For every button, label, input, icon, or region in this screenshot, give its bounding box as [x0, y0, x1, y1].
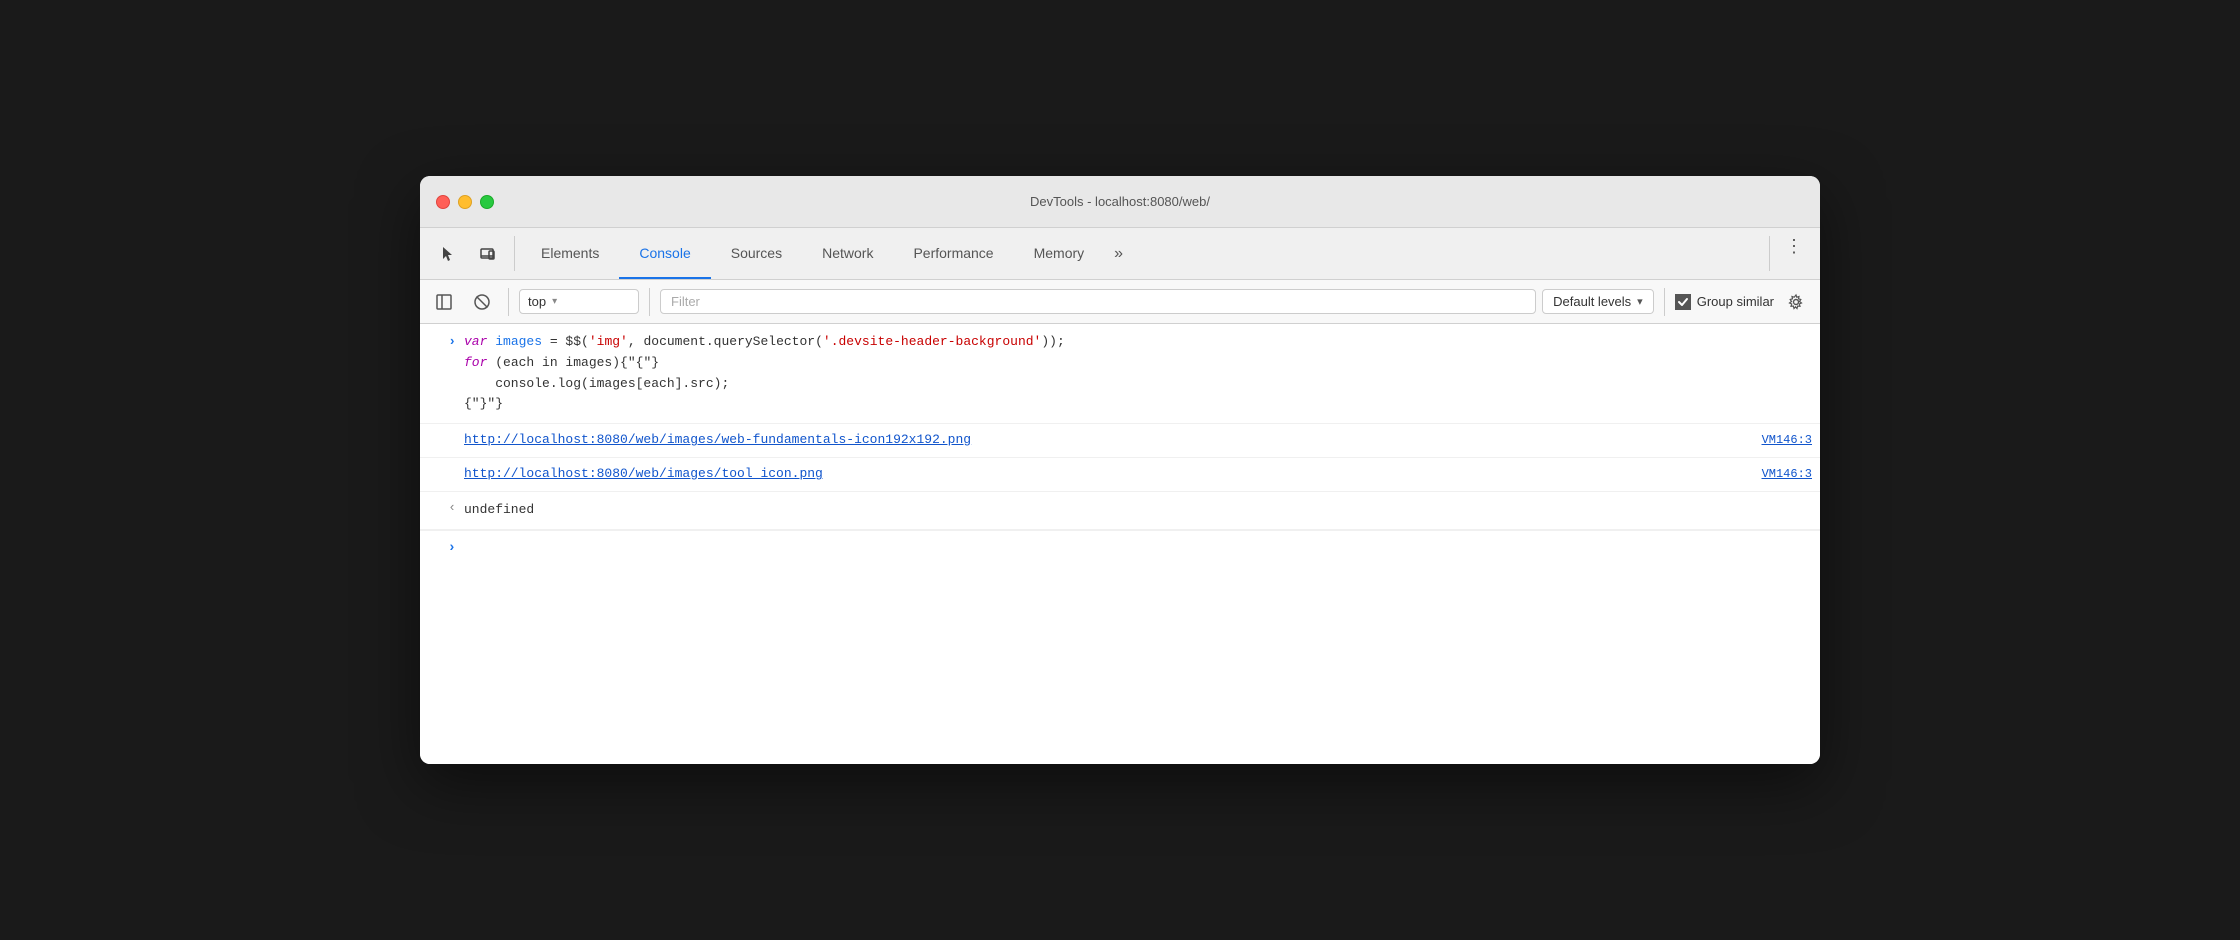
code-line-2: for (each in images){"{"} [464, 353, 1812, 374]
execution-context-selector[interactable]: top ▾ [519, 289, 639, 314]
titlebar: DevTools - localhost:8080/web/ [420, 176, 1820, 228]
console-toolbar: top ▾ Default levels ▾ Group similar [420, 280, 1820, 324]
group-similar-checkbox[interactable] [1675, 294, 1691, 310]
undefined-text: undefined [464, 502, 534, 517]
show-console-sidebar-button[interactable] [428, 286, 460, 318]
toolbar-separator [514, 236, 515, 271]
code-line-1: var images = $$('img', document.querySel… [464, 332, 1812, 353]
close-button[interactable] [436, 195, 450, 209]
console-output: › var images = $$('img', document.queryS… [420, 324, 1820, 764]
output-gutter-2 [420, 460, 464, 466]
output-gutter-1 [420, 426, 464, 432]
output-link-row-1[interactable]: http://localhost:8080/web/images/web-fun… [464, 430, 1812, 451]
output-link-row-2[interactable]: http://localhost:8080/web/images/tool_ic… [464, 464, 1812, 485]
devtools-menu-button[interactable]: ⋮ [1776, 228, 1812, 264]
console-toolbar-sep2 [649, 288, 650, 316]
input-arrow: › [420, 328, 464, 349]
traffic-lights [436, 195, 494, 209]
log-levels-button[interactable]: Default levels ▾ [1542, 289, 1654, 314]
tab-performance[interactable]: Performance [893, 228, 1013, 279]
output-url-2[interactable]: http://localhost:8080/web/images/tool_ic… [464, 464, 823, 485]
window-title: DevTools - localhost:8080/web/ [1030, 194, 1210, 209]
device-toolbar-button[interactable] [468, 228, 508, 279]
tab-elements[interactable]: Elements [521, 228, 619, 279]
tab-more-button[interactable]: » [1104, 228, 1133, 279]
console-prompt-input[interactable] [464, 546, 1820, 550]
prompt-arrow: › [420, 540, 464, 556]
code-line-4: {"}"} [464, 394, 1812, 415]
group-similar-toggle[interactable]: Group similar [1675, 294, 1774, 310]
clear-console-button[interactable] [466, 286, 498, 318]
tab-bar: Elements Console Sources Network Perform… [420, 228, 1820, 280]
inspect-element-button[interactable] [428, 228, 468, 279]
undefined-value: undefined [464, 496, 1820, 525]
console-toolbar-sep [508, 288, 509, 316]
tab-memory[interactable]: Memory [1014, 228, 1105, 279]
console-toolbar-sep3 [1664, 288, 1665, 316]
tab-sources[interactable]: Sources [711, 228, 802, 279]
console-settings-button[interactable] [1780, 286, 1812, 318]
console-output-link-2: http://localhost:8080/web/images/tool_ic… [420, 458, 1820, 492]
toolbar-separator-right [1769, 236, 1770, 271]
output-link-body-1: http://localhost:8080/web/images/web-fun… [464, 426, 1820, 455]
output-arrow-undefined: ‹ [420, 496, 464, 515]
tab-network[interactable]: Network [802, 228, 893, 279]
output-source-1[interactable]: VM146:3 [1762, 431, 1812, 450]
output-source-2[interactable]: VM146:3 [1762, 465, 1812, 484]
console-output-link-1: http://localhost:8080/web/images/web-fun… [420, 424, 1820, 458]
minimize-button[interactable] [458, 195, 472, 209]
console-output-undefined: ‹ undefined [420, 492, 1820, 530]
output-link-body-2: http://localhost:8080/web/images/tool_ic… [464, 460, 1820, 489]
output-url-1[interactable]: http://localhost:8080/web/images/web-fun… [464, 430, 971, 451]
console-prompt-line: › [420, 530, 1820, 566]
input-code: var images = $$('img', document.querySel… [464, 328, 1820, 419]
maximize-button[interactable] [480, 195, 494, 209]
devtools-window: DevTools - localhost:8080/web/ Elements … [420, 176, 1820, 764]
nav-tabs: Elements Console Sources Network Perform… [521, 228, 1763, 279]
tab-console[interactable]: Console [619, 228, 710, 279]
code-line-3: console.log(images[each].src); [464, 374, 1812, 395]
console-input-entry: › var images = $$('img', document.queryS… [420, 324, 1820, 424]
levels-dropdown-arrow: ▾ [1637, 295, 1643, 308]
context-dropdown-arrow: ▾ [552, 296, 557, 307]
console-filter-input[interactable] [660, 289, 1536, 314]
